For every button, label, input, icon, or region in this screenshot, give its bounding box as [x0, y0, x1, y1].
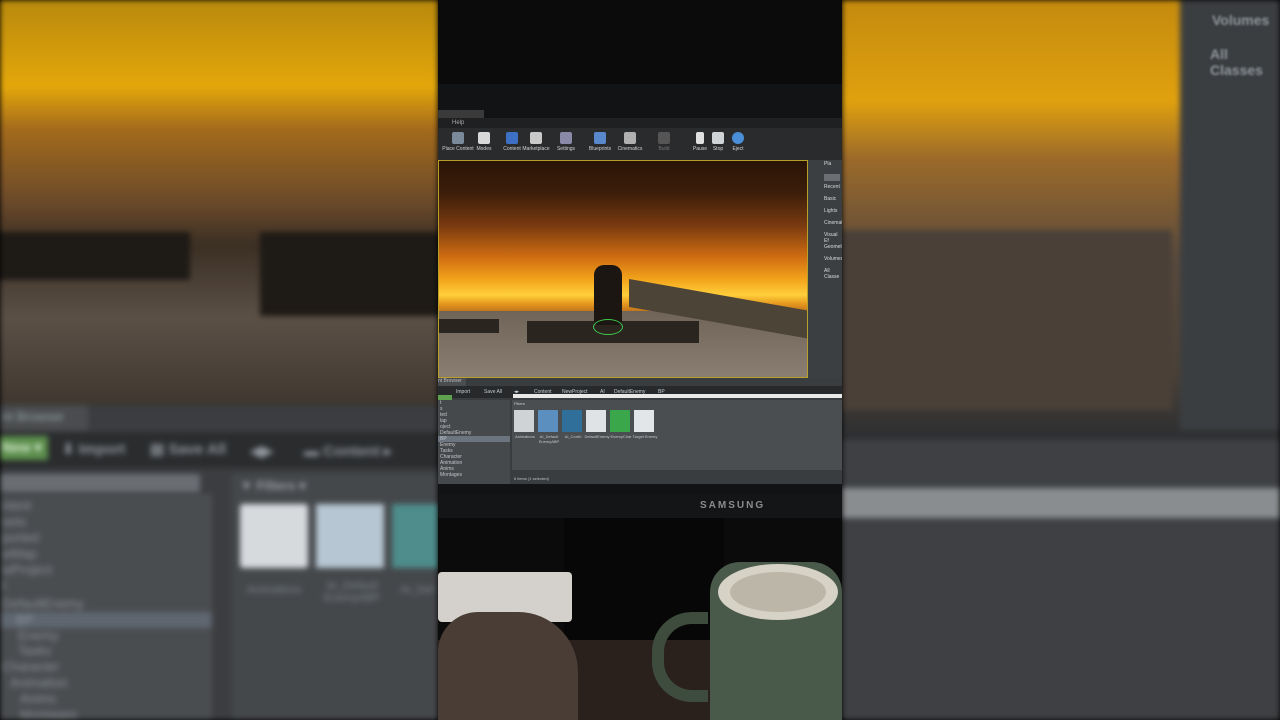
asset-view: Filters Animations AI_Default EnemyABP A…	[512, 400, 842, 470]
path-bar-zoom	[842, 488, 1280, 518]
eject-icon	[732, 132, 744, 144]
cinematics-icon	[624, 132, 636, 144]
path-content: ▬ Content ▸	[304, 443, 392, 460]
category-geometry[interactable]: Geometry	[808, 243, 842, 255]
tree-item: I	[2, 578, 6, 593]
asset-thumbnail[interactable]	[634, 410, 654, 432]
asset-label: AI_Default EnemyABP	[323, 580, 381, 604]
tree-item: wMap	[2, 546, 37, 561]
blueprints-icon	[594, 132, 606, 144]
tree-item: Montages	[20, 707, 78, 720]
search-input[interactable]	[824, 174, 840, 181]
monitor-brand: SAMSUNG	[700, 500, 766, 511]
tool-label: Build	[658, 146, 670, 152]
filters-button: ▼ Filters ▾	[240, 478, 306, 493]
asset-label: DefaultEnemy	[584, 434, 610, 439]
import-label: Import	[78, 441, 126, 458]
background-left: nt Browser New ▾ ⬇ Import ▤ Save All ◀▶ …	[0, 0, 438, 720]
asset-label: Target Enemy	[632, 434, 658, 439]
search-field	[0, 474, 200, 492]
asset-thumbnail[interactable]	[538, 410, 558, 432]
asset-label: EnemyChar	[610, 434, 632, 439]
save-all-button: ▤ Save All	[150, 441, 227, 458]
plastic-bag	[438, 612, 578, 720]
menu-help[interactable]: Help	[452, 120, 464, 126]
filters-button[interactable]: Filters	[514, 401, 525, 406]
nav-arrows-icon: ◀▶	[250, 443, 274, 460]
floor-shadow	[260, 232, 438, 316]
path-strip	[513, 394, 842, 398]
tree-item: sets	[2, 514, 26, 529]
tree-item: wProject	[2, 562, 52, 577]
content-browser-tab[interactable]: nt Browser	[438, 378, 466, 386]
asset-thumbnail	[392, 504, 438, 568]
folder-icon[interactable]	[514, 410, 534, 432]
status-text: 6 items (1 selected)	[514, 476, 549, 481]
panel-title: Pla	[824, 161, 832, 167]
window-titlebar	[438, 110, 484, 118]
asset-label: AI_Def	[400, 584, 434, 596]
category-volumes[interactable]: Volumes	[808, 255, 842, 267]
tree-item: ntent	[2, 498, 31, 513]
place-mode-panel: Pla Recent Basic Lights Cinemati Visual …	[808, 160, 842, 378]
selection-gizmo	[593, 319, 623, 335]
tree-item: Enemy	[18, 628, 59, 643]
place-icon	[452, 132, 464, 144]
floor-shadow	[439, 319, 499, 333]
player-character[interactable]	[594, 265, 622, 325]
asset-thumbnail[interactable]	[610, 410, 630, 432]
tree-item: Anims	[20, 691, 57, 706]
category-cinematic[interactable]: Cinemati	[808, 219, 842, 231]
floor-shadow	[0, 232, 190, 280]
category-lights[interactable]: Lights	[808, 207, 842, 219]
level-viewport[interactable]	[438, 160, 808, 378]
volumes-label: Volumes	[1212, 12, 1270, 28]
settings-icon	[560, 132, 572, 144]
modes-icon	[478, 132, 490, 144]
tree-item: Character	[2, 659, 60, 674]
path-content-label: Content	[323, 443, 380, 460]
asset-thumbnail[interactable]	[586, 410, 606, 432]
eject-button[interactable]: Eject	[718, 132, 758, 160]
asset-label: AI_Default EnemyABP	[538, 434, 560, 444]
menu-bar: Help	[438, 118, 842, 128]
category-visual-effects[interactable]: Visual Ef	[808, 231, 842, 244]
content-browser: nt Browser Import Save All ◂▸ Content Ne…	[438, 378, 842, 484]
asset-thumbnail	[316, 504, 384, 568]
floor	[842, 230, 1172, 410]
monitor-photo: Help Place Content Modes Content Marketp…	[438, 0, 842, 720]
asset-label: AI_Contrl	[564, 434, 582, 439]
tool-label: Eject	[732, 146, 744, 152]
add-new-button: New ▾	[0, 436, 48, 460]
tree-item: ported	[2, 530, 39, 545]
asset-label: Animations	[246, 584, 302, 596]
tree-item: Tasks	[18, 643, 52, 658]
all-classes-label: All Classes	[1210, 46, 1263, 78]
tree-item: BP	[16, 612, 34, 627]
tree-item[interactable]: Montages	[438, 472, 510, 478]
filters-label: Filters	[256, 478, 296, 493]
import-button: ⬇ Import	[62, 441, 126, 458]
tree-item: Animation	[10, 675, 68, 690]
save-all-label: Save All	[168, 441, 227, 458]
build-button[interactable]: Build	[644, 132, 684, 160]
background-right	[842, 0, 1280, 720]
build-icon	[658, 132, 670, 144]
content-area-zoom	[842, 440, 1280, 720]
content-browser-tab: nt Browser	[0, 405, 88, 431]
category-basic[interactable]: Basic	[808, 195, 842, 207]
folder-icon	[240, 504, 308, 568]
asset-label: Animations	[515, 434, 535, 439]
marketplace-icon	[530, 132, 542, 144]
asset-thumbnail[interactable]	[562, 410, 582, 432]
mug-inside	[730, 572, 826, 612]
save-all-button[interactable]: Save All	[484, 389, 502, 395]
monitor-bezel	[438, 494, 842, 518]
tree-item: DefaultEnemy	[2, 596, 84, 611]
category-recent[interactable]: Recent	[808, 183, 842, 195]
folder-tree: t s ted lap oject DefaultEnemy BP Enemy …	[438, 400, 510, 484]
category-all-classes[interactable]: All Classe	[808, 267, 842, 280]
editor-toolbar: Place Content Modes Content Marketplace …	[438, 128, 842, 160]
import-button[interactable]: Import	[456, 389, 470, 395]
